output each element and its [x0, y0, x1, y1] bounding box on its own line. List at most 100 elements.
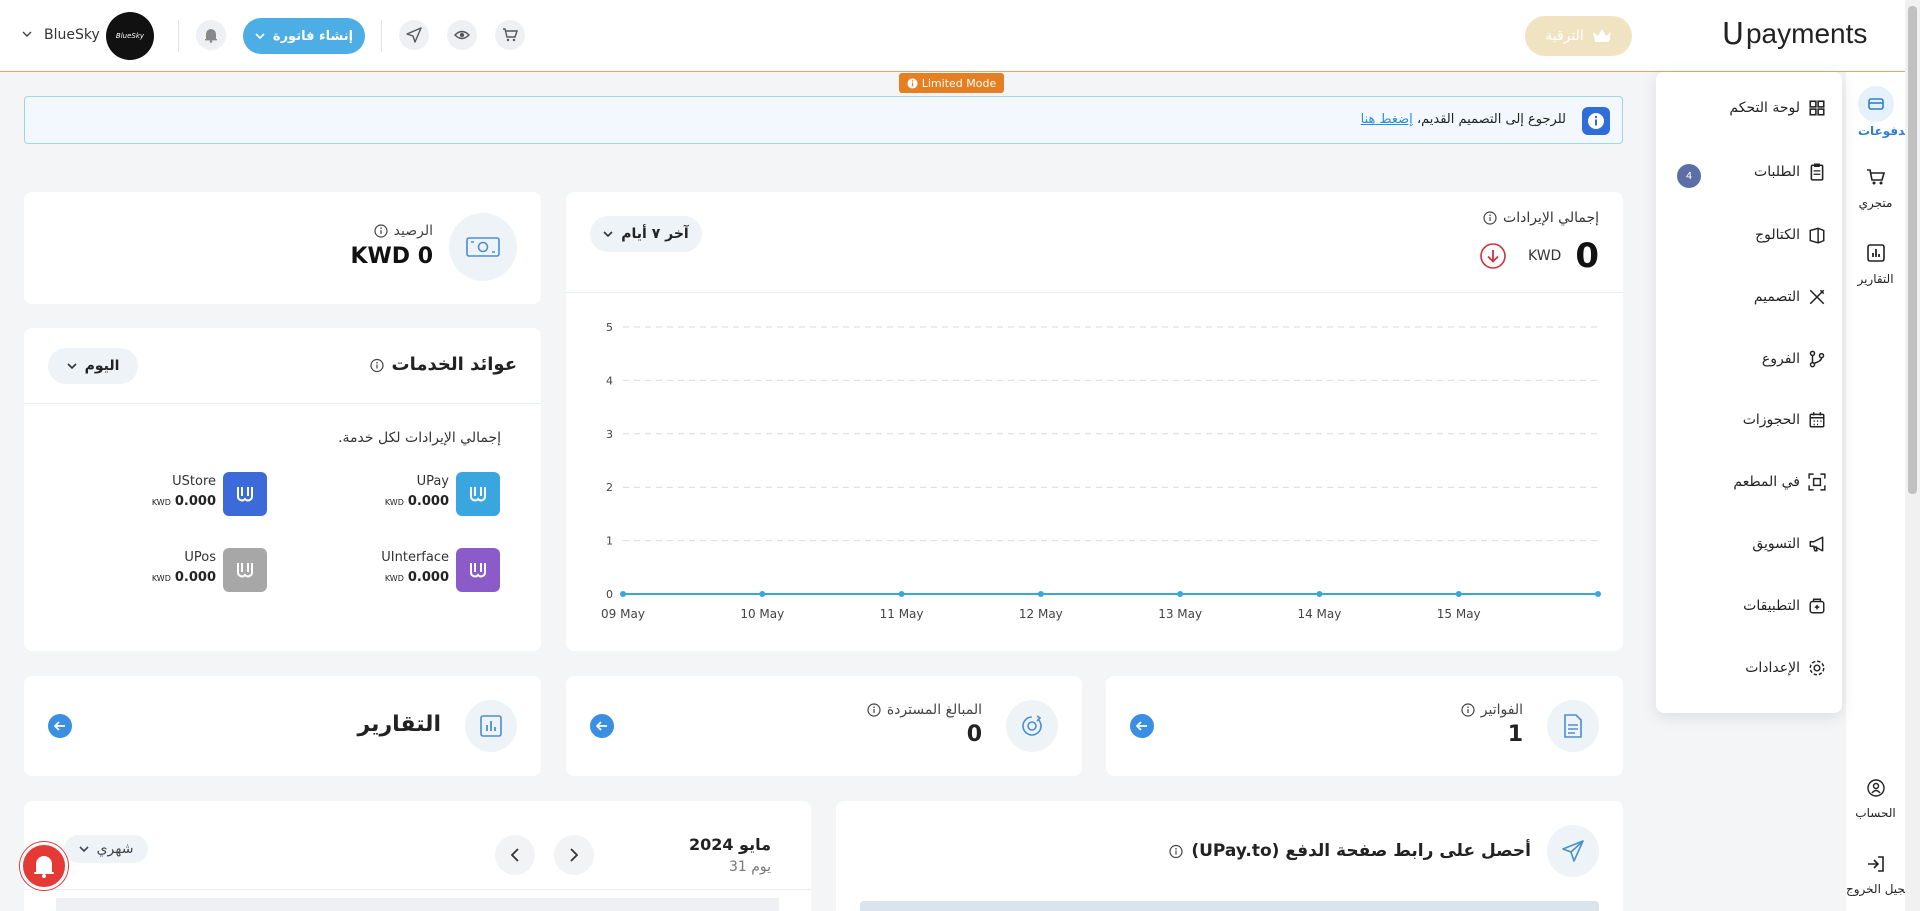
document-icon: [1563, 714, 1583, 738]
preview-button[interactable]: [447, 20, 477, 50]
services-title-row: عوائد الخدمات: [369, 354, 517, 375]
payment-link-box[interactable]: [860, 901, 1599, 911]
data-point[interactable]: [1595, 591, 1601, 597]
menu-item-label: الحجوزات: [1742, 412, 1800, 428]
scrollbar-thumb[interactable]: [1908, 6, 1917, 494]
menu-item-branch[interactable]: الفروع: [1762, 347, 1826, 371]
reports-card[interactable]: التقارير: [24, 676, 541, 776]
scrollbar[interactable]: [1905, 0, 1920, 911]
info-icon[interactable]: [1169, 844, 1183, 859]
y-tick-label: 1: [606, 535, 613, 548]
rail-item-payments[interactable]: المدفوعات: [1846, 86, 1920, 138]
payment-link-title-row: أحصل على رابط صفحة الدفع (UPay.to): [1169, 841, 1531, 861]
send-button[interactable]: [399, 20, 429, 50]
refunds-title: المبالغ المستردة: [886, 702, 982, 718]
menu-item-gear[interactable]: الإعدادات: [1745, 656, 1826, 680]
calendar-days: 31 يوم: [728, 859, 771, 875]
branch-icon: [1808, 350, 1826, 368]
avatar[interactable]: BlueSky: [106, 12, 154, 60]
services-period-select[interactable]: اليوم: [48, 348, 138, 384]
icon-rail: المدفوعات متجري التقارير الحساب تسجيل ال…: [1846, 72, 1920, 911]
arrow-left-icon: [54, 721, 66, 731]
menu-item-label: الطلبات: [1754, 164, 1800, 180]
invoices-go-button[interactable]: [1130, 714, 1154, 738]
service-amount: 0.000: [407, 494, 449, 509]
chevron-down-icon: [603, 231, 613, 237]
limited-mode-badge: Limited Mode: [899, 73, 1004, 93]
menu-item-catalog[interactable]: الكتالوج: [1755, 223, 1826, 247]
data-point[interactable]: [759, 591, 766, 597]
calendar-icon: [1808, 411, 1826, 429]
reports-title: التقارير: [357, 712, 442, 737]
services-subtitle: إجمالي الإيرادات لكل خدمة.: [338, 430, 501, 446]
menu-item-grid[interactable]: لوحة التحكم: [1729, 96, 1826, 120]
menu-item-megaphone[interactable]: التسويق: [1752, 532, 1826, 556]
balance-icon-wrap: [449, 213, 517, 281]
upgrade-button[interactable]: الترقية: [1525, 16, 1632, 56]
calendar-view-select[interactable]: شهري: [64, 835, 148, 863]
payment-link-icon-wrap: [1547, 825, 1599, 877]
rail-label: متجري: [1858, 196, 1893, 210]
invoices-card[interactable]: الفواتير 1: [1106, 676, 1623, 776]
y-tick-label: 4: [606, 374, 613, 387]
username[interactable]: BlueSky: [44, 27, 100, 43]
info-icon[interactable]: [369, 358, 384, 372]
notifications-button[interactable]: [196, 20, 226, 50]
menu-item-clipboard[interactable]: الطلبات: [1754, 160, 1826, 184]
banner-text: للرجوع إلى التصميم القديم،: [1416, 112, 1566, 127]
revenue-title-row: إجمالي الإيرادات: [1483, 210, 1599, 226]
create-invoice-button[interactable]: إنشاء فاتورة: [243, 18, 365, 54]
data-point[interactable]: [1037, 591, 1044, 597]
revenue-card: إجمالي الإيرادات KWD 0 آخر ٧ أيام 0 1 2 3 4 5…: [566, 192, 1623, 651]
payments-icon-wrap: [1857, 86, 1894, 122]
brand-logo[interactable]: U payments: [1722, 14, 1882, 54]
chevron-down-icon[interactable]: [22, 31, 32, 37]
notification-bell-button[interactable]: [20, 842, 68, 890]
top-bar: U payments الترقية إنشاء فاتورة BlueSky …: [0, 0, 1905, 72]
service-amount: 0.000: [174, 494, 216, 509]
next-month-button[interactable]: [554, 835, 594, 875]
info-icon[interactable]: [1461, 703, 1475, 717]
service-currency: KWD: [151, 574, 171, 583]
data-point[interactable]: [1177, 591, 1184, 597]
menu-item-calendar[interactable]: الحجوزات: [1743, 408, 1826, 432]
info-icon[interactable]: [867, 703, 881, 717]
info-icon[interactable]: [374, 224, 388, 238]
rail-item-reports[interactable]: التقارير: [1846, 240, 1905, 286]
previous-month-button[interactable]: [495, 835, 535, 875]
service-value: KWD 0.000: [385, 494, 449, 509]
rail-item-logout[interactable]: تسجيل الخروج: [1846, 852, 1919, 896]
card-divider: [24, 889, 811, 890]
menu-item-apps[interactable]: التطبيقات: [1743, 594, 1826, 618]
menu-item-qr-scan[interactable]: في المطعم: [1733, 470, 1826, 494]
menu-item-label: الكتالوج: [1755, 227, 1800, 243]
refunds-go-button[interactable]: [590, 714, 614, 738]
menu-item-design-tools[interactable]: التصميم: [1754, 285, 1826, 309]
data-point[interactable]: [898, 591, 905, 597]
rail-item-store[interactable]: متجري: [1846, 164, 1905, 210]
menu-item-label: التطبيقات: [1743, 598, 1800, 614]
info-icon[interactable]: [1483, 211, 1497, 225]
data-point[interactable]: [620, 591, 626, 597]
cart-button[interactable]: [495, 20, 525, 50]
rail-label: التقارير: [1857, 272, 1894, 286]
revenue-period-select[interactable]: آخر ٧ أيام: [590, 216, 702, 252]
banner-link[interactable]: إضغط هنا: [1361, 112, 1413, 127]
info-icon: [1582, 107, 1610, 135]
cart-icon: [1846, 164, 1905, 190]
chevron-left-icon: [511, 848, 519, 862]
reports-go-button[interactable]: [48, 714, 72, 738]
rail-item-account[interactable]: الحساب: [1846, 776, 1905, 820]
gear-icon: [1808, 659, 1826, 677]
data-point[interactable]: [1316, 591, 1323, 597]
y-tick-label: 0: [606, 588, 613, 601]
refunds-title-row: المبالغ المستردة: [867, 702, 982, 718]
logo-text: payments: [1745, 18, 1868, 49]
x-tick-label: 11 May: [880, 607, 924, 621]
data-point[interactable]: [1455, 591, 1462, 597]
uinterface-logo-icon: [456, 548, 500, 592]
service-name: UPos: [184, 550, 216, 565]
invoices-icon-wrap: [1547, 700, 1599, 752]
refunds-card[interactable]: المبالغ المستردة 0: [566, 676, 1082, 776]
service-currency: KWD: [151, 498, 171, 507]
